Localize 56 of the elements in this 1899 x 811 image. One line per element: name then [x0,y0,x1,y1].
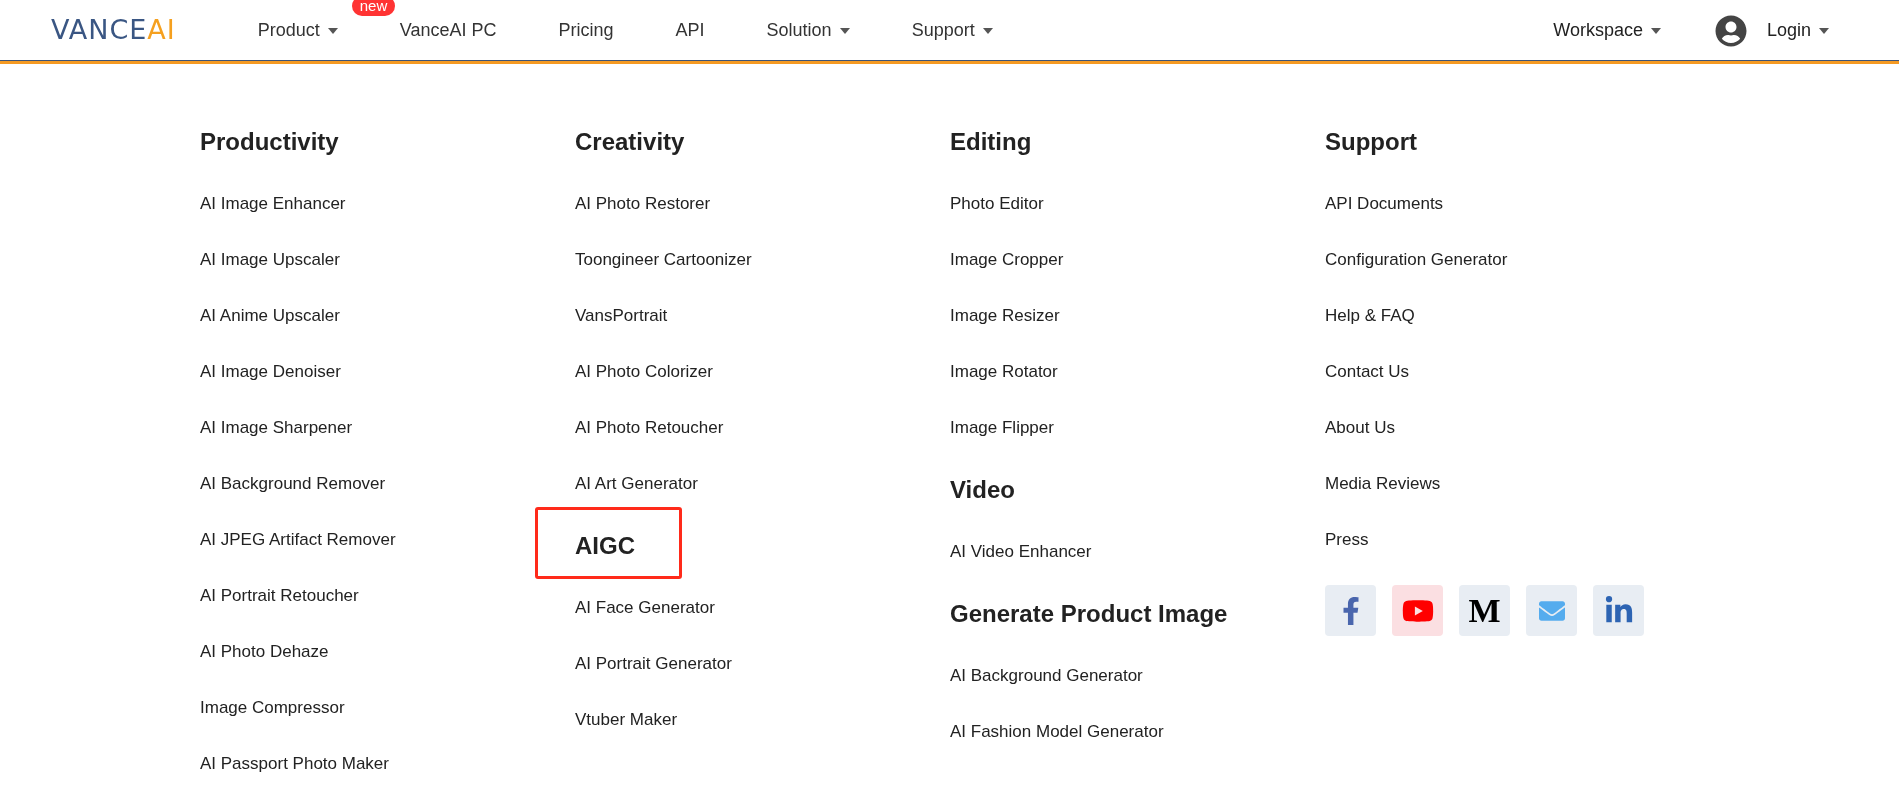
nav-link[interactable]: Solution [766,17,850,44]
menu-link[interactable]: AI Image Denoiser [200,359,341,385]
menu-link[interactable]: Photo Editor [950,191,1044,217]
menu-link[interactable]: AI Anime Upscaler [200,303,340,329]
section-heading: AIGC [575,528,635,564]
menu-link[interactable]: Press [1325,527,1369,553]
nav-link[interactable]: API [675,17,705,44]
menu-link[interactable]: Image Compressor [200,695,345,721]
menu-link[interactable]: AI Image Enhancer [200,191,346,217]
menu-link[interactable]: Image Flipper [950,415,1054,441]
nav-link[interactable]: Pricing [558,17,614,44]
nav-link[interactable]: Support [911,17,993,44]
menu-link[interactable]: AI Background Remover [200,471,386,497]
section-heading: Editing [950,127,1032,157]
menu-link[interactable]: AI Photo Retoucher [575,415,724,441]
section-heading: Support [1325,127,1417,157]
nav-link[interactable]: VanceAI PC [399,17,497,44]
menu-link[interactable]: AI Image Sharpener [200,415,353,441]
facebook-link[interactable] [1325,585,1376,636]
menu-link[interactable]: Configuration Generator [1325,247,1508,273]
menu-link[interactable]: AI JPEG Artifact Remover [200,527,396,553]
menu-link[interactable]: API Documents [1325,191,1444,217]
section-heading: Productivity [200,127,339,157]
menu-link[interactable]: AI Image Upscaler [200,247,340,273]
section-heading: Generate Product Image [950,599,1228,629]
menu-link[interactable]: AI Photo Dehaze [200,639,329,665]
menu-link[interactable]: Vtuber Maker [575,707,678,733]
menu-link[interactable]: AI Photo Restorer [575,191,711,217]
menu-link[interactable]: VansPortrait [575,303,668,329]
menu-link[interactable]: AI Art Generator [575,471,698,497]
menu-link[interactable]: Image Rotator [950,359,1058,385]
menu-link[interactable]: Image Cropper [950,247,1064,273]
youtube-link[interactable] [1392,585,1443,636]
section-heading: Video [950,475,1015,505]
menu-link[interactable]: About Us [1325,415,1395,441]
menu-link[interactable]: Media Reviews [1325,471,1441,497]
logo[interactable]: VANCEAI [51,10,176,51]
menu-link[interactable]: AI Face Generator [575,595,715,621]
menu-link[interactable]: AI Fashion Model Generator [950,719,1164,745]
menu-link[interactable]: AI Portrait Retoucher [200,583,359,609]
menu-link[interactable]: AI Background Generator [950,663,1143,689]
login-link[interactable]: Login [1714,14,1829,47]
menu-link[interactable]: Contact Us [1325,359,1410,385]
menu-link[interactable]: AI Portrait Generator [575,651,732,677]
menu-link[interactable]: AI Video Enhancer [950,539,1092,565]
linkedin-link[interactable] [1593,585,1644,636]
section-heading: Creativity [575,127,685,157]
menu-link[interactable]: AI Photo Colorizer [575,359,713,385]
facebook-icon [1341,596,1360,625]
menu-link[interactable]: Toongineer Cartoonizer [575,247,752,273]
workspace-link[interactable]: Workspace [1553,17,1661,44]
new-badge: new [351,0,396,16]
menu-link[interactable]: AI Passport Photo Maker [200,751,389,777]
medium-link[interactable]: M [1459,585,1510,636]
menu-link[interactable]: Image Resizer [950,303,1060,329]
menu-link[interactable]: Help & FAQ [1325,303,1415,329]
